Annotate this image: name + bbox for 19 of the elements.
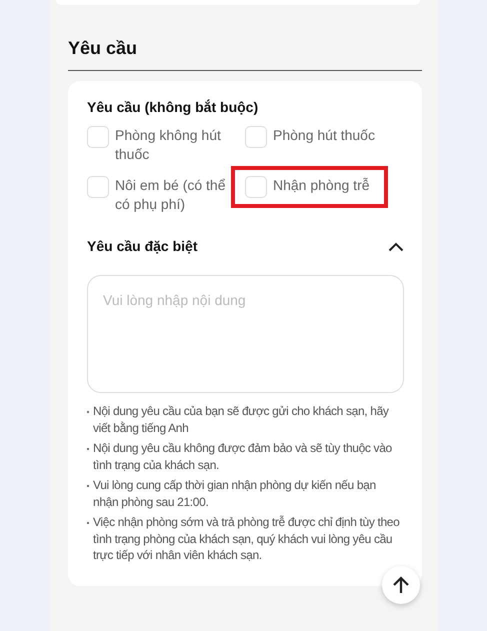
checkbox[interactable] (87, 126, 109, 148)
scroll-to-top-button[interactable] (382, 566, 420, 604)
option-label: Nôi em bé (có thể có phụ phí) (115, 176, 226, 214)
note-text: Nội dung yêu cầu của bạn sẽ được gửi cho khách sạn, hãy viết bằng tiếng Anh (93, 403, 390, 436)
chevron-up-icon[interactable] (388, 242, 404, 252)
note-text: Việc nhận phòng sớm và trả phòng trễ được chỉ định tùy theo tình trạng phòng của khách sạn, quý khách vui lòng yêu cầu trực tiếp với nhân viên khách sạn. (93, 514, 400, 564)
checkbox[interactable] (245, 176, 267, 198)
note-text: Nội dung yêu cầu không được đảm bảo và sẽ tùy thuộc vào tình trạng của khách sạn. (93, 440, 393, 473)
note-text: Vui lòng cung cấp thời gian nhận phòng dự kiến nếu bạn nhận phòng sau 21:00. (93, 477, 377, 510)
section-title: Yêu cầu (68, 37, 138, 60)
checkbox[interactable] (87, 176, 109, 198)
special-requests-title: Yêu cầu đặc biệt (87, 237, 198, 256)
special-request-field[interactable]: Vui lòng nhập nội dung (87, 275, 404, 393)
checkbox[interactable] (245, 126, 267, 148)
option-label: Phòng không hút thuốc (115, 126, 222, 164)
arrow-up-icon (391, 575, 411, 595)
option-label: Nhận phòng trễ (273, 176, 370, 195)
option-label: Phòng hút thuốc (273, 126, 375, 145)
requests-title: Yêu cầu (không bắt buộc) (87, 98, 260, 117)
